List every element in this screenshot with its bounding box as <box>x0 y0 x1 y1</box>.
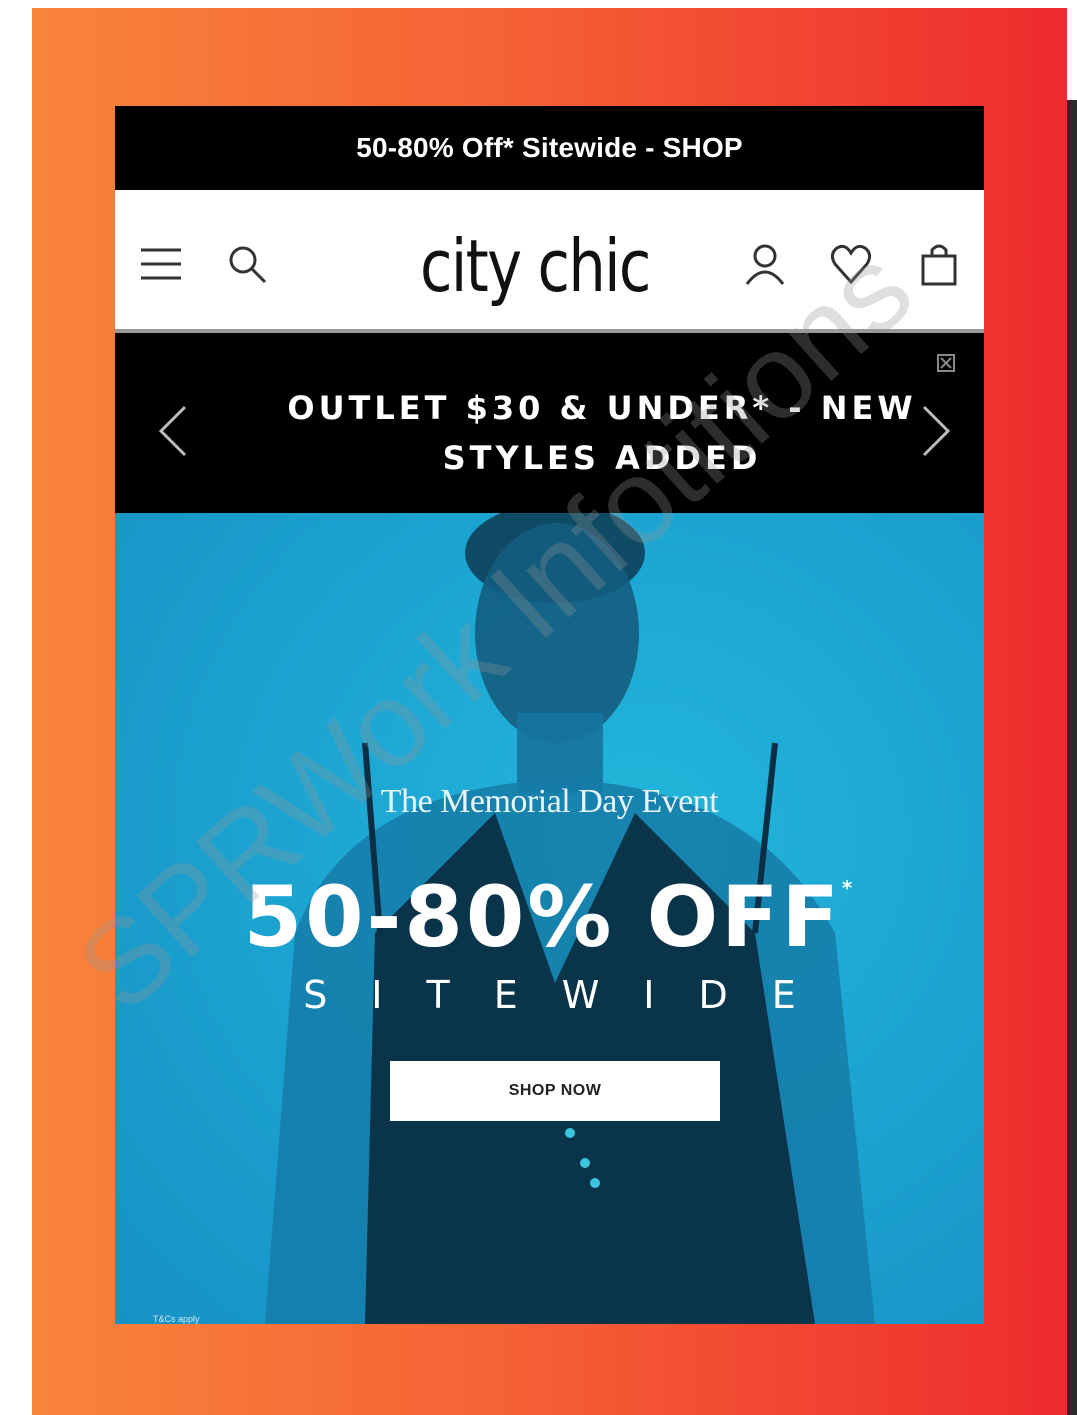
shop-now-button[interactable]: SHOP NOW <box>390 1061 720 1121</box>
search-icon[interactable] <box>223 240 271 288</box>
sitewide-subheadline: SITEWIDE <box>303 973 840 1017</box>
wishlist-heart-icon[interactable] <box>827 240 875 288</box>
brand-logo[interactable]: city chic <box>420 224 651 308</box>
close-icon[interactable] <box>936 353 956 373</box>
fine-print: T&Cs apply <box>153 1314 200 1324</box>
hero-banner[interactable]: The Memorial Day Event 50-80% OFF* SITEW… <box>115 513 984 1324</box>
announcement-banner[interactable]: OUTLET $30 & UNDER* - NEW STYLES ADDED <box>115 333 984 513</box>
promo-bar[interactable]: 50-80% Off* Sitewide - SHOP <box>115 106 984 190</box>
promo-bar-text[interactable]: 50-80% Off* Sitewide - SHOP <box>356 132 743 164</box>
frame-edge <box>1067 100 1077 1415</box>
menu-icon[interactable] <box>137 240 185 288</box>
discount-headline-text: 50-80% OFF <box>243 868 842 966</box>
chevron-right-icon[interactable] <box>918 403 954 459</box>
chevron-left-icon[interactable] <box>155 403 191 459</box>
bag-icon[interactable] <box>915 240 963 288</box>
account-icon[interactable] <box>741 240 789 288</box>
discount-asterisk: * <box>841 876 856 900</box>
mobile-screenshot: 50-80% Off* Sitewide - SHOP city chic OU… <box>115 106 984 1324</box>
event-title: The Memorial Day Event <box>380 783 719 820</box>
site-header: city chic <box>115 190 984 333</box>
discount-headline: 50-80% OFF* <box>115 868 984 966</box>
announcement-text[interactable]: OUTLET $30 & UNDER* - NEW STYLES ADDED <box>220 383 984 483</box>
